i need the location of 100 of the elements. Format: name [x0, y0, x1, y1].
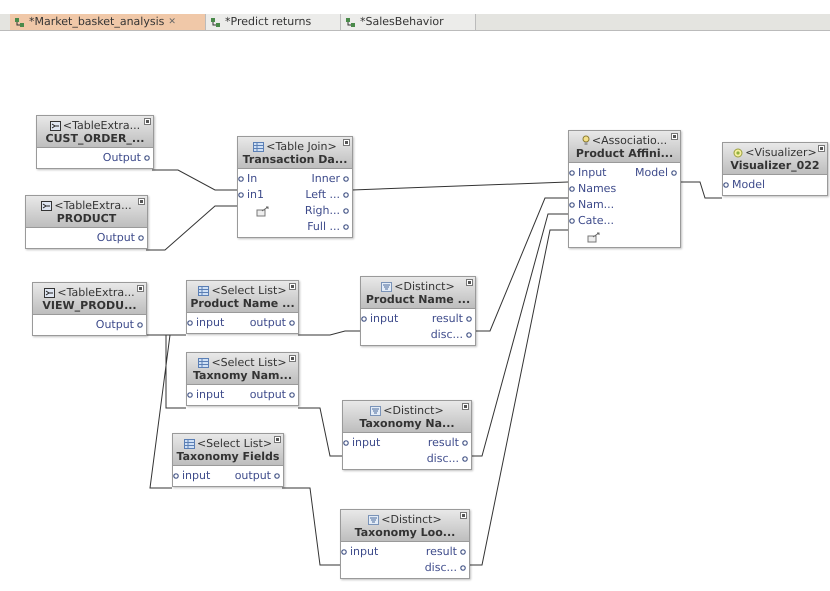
port-icon[interactable] [137, 322, 143, 328]
port-icon[interactable] [460, 549, 466, 555]
node-type: <Select List> [196, 437, 272, 450]
input-port-label: input [196, 314, 224, 331]
output-port-label: output [234, 468, 271, 484]
node-name: Product Name ... [190, 297, 295, 310]
expand-icon[interactable] [144, 118, 151, 125]
port-icon[interactable] [671, 170, 677, 176]
expand-icon[interactable] [138, 198, 145, 205]
node-name: Product Affini... [576, 147, 674, 160]
output-port-label: Output [102, 150, 141, 166]
close-icon[interactable]: ✕ [168, 18, 176, 26]
operator-node[interactable]: <Visualizer> Visualizer_022 Model [722, 142, 828, 196]
port-icon[interactable] [569, 186, 575, 192]
expand-icon[interactable] [462, 403, 469, 410]
expand-icon[interactable] [466, 279, 473, 286]
diagram-icon [210, 16, 221, 28]
diagram-icon [345, 16, 356, 28]
port-icon[interactable] [341, 549, 347, 555]
port-icon[interactable] [462, 440, 468, 446]
port-icon[interactable] [569, 218, 575, 224]
input-port-label: input [352, 434, 380, 451]
port-icon[interactable] [466, 316, 472, 322]
port-icon[interactable] [343, 176, 349, 182]
operator-node[interactable]: <Select List> Taxnomy Nam... input output [186, 352, 299, 406]
port-icon[interactable] [138, 235, 144, 241]
expand-icon[interactable] [460, 512, 467, 519]
port-icon[interactable] [187, 392, 193, 398]
operator-node[interactable]: <Distinct> Taxonomy Loo... input result disc... [340, 509, 470, 579]
tab-label: *Market_basket_analysis [29, 14, 164, 30]
output-port-label: disc... [430, 326, 463, 343]
operator-node[interactable]: <Distinct> Product Name ... input result disc... [360, 276, 476, 346]
node-type: <Select List> [211, 284, 287, 297]
port-icon[interactable] [289, 392, 295, 398]
diagram-icon [14, 16, 25, 28]
expand-icon[interactable] [274, 436, 281, 443]
port-icon[interactable] [462, 456, 468, 462]
port-icon[interactable] [361, 316, 367, 322]
expand-icon[interactable] [818, 145, 825, 152]
expand-icon[interactable] [137, 285, 144, 292]
operator-node[interactable]: <Table Join> Transaction Da... In Inner in1 Left ... Righ... Full ... [237, 136, 353, 238]
port-icon[interactable] [238, 192, 244, 198]
node-name: CUST_ORDER_... [46, 132, 144, 145]
port-icon[interactable] [238, 176, 244, 182]
port-icon[interactable] [173, 473, 179, 479]
port-icon[interactable] [144, 155, 150, 161]
node-name: PRODUCT [56, 212, 116, 225]
node-type: <Visualizer> [745, 146, 817, 159]
connector-line [298, 408, 342, 456]
node-name: Transaction Da... [242, 153, 348, 166]
connector-line [298, 330, 360, 336]
operator-node[interactable]: <TableExtra... PRODUCT Output [25, 195, 148, 249]
port-icon[interactable] [343, 440, 349, 446]
operator-node[interactable]: <Select List> Taxonomy Fields input output [172, 433, 284, 487]
port-icon[interactable] [569, 202, 575, 208]
port-icon[interactable] [343, 208, 349, 214]
tool-icon[interactable] [256, 206, 270, 216]
port-icon[interactable] [274, 473, 280, 479]
input-port-label: Nam... [578, 196, 614, 213]
output-port-label: Inner [312, 170, 340, 187]
expand-icon[interactable] [343, 139, 350, 146]
port-icon[interactable] [289, 320, 295, 326]
node-name: Taxonomy Na... [359, 417, 455, 430]
port-icon[interactable] [723, 182, 729, 188]
output-port-label: result [426, 544, 457, 560]
editor-tab[interactable]: *Predict returns [206, 14, 341, 30]
editor-tab[interactable]: *Market_basket_analysis ✕ [10, 14, 206, 30]
filter-icon [381, 282, 392, 292]
port-icon[interactable] [343, 192, 349, 198]
node-type: <Distinct> [394, 280, 455, 293]
operator-node[interactable]: <Associatio... Product Affini... Input Model Names Nam... Cate... [568, 130, 681, 248]
node-name: Visualizer_022 [730, 159, 820, 172]
expand-icon[interactable] [671, 133, 678, 140]
table-extract-icon [50, 120, 61, 130]
operator-node[interactable]: <TableExtra... VIEW_PRODU... Output [32, 282, 147, 336]
operator-node[interactable]: <Distinct> Taxonomy Na... input result disc... [342, 400, 472, 470]
node-type: <Table Join> [266, 140, 337, 153]
port-icon[interactable] [343, 224, 349, 230]
node-name: Taxnomy Nam... [192, 369, 292, 382]
expand-icon[interactable] [289, 355, 296, 362]
node-type: <TableExtra... [62, 119, 140, 132]
input-port-label: in1 [247, 186, 264, 203]
table-icon [253, 142, 264, 152]
output-port-label: result [432, 310, 463, 327]
editor-tab[interactable]: *SalesBehavior [341, 14, 476, 30]
input-port-label: input [196, 386, 224, 403]
port-icon[interactable] [460, 565, 466, 571]
port-icon[interactable] [569, 170, 575, 176]
output-port-label: Model [634, 164, 668, 181]
port-icon[interactable] [187, 320, 193, 326]
port-icon[interactable] [466, 332, 472, 338]
expand-icon[interactable] [289, 283, 296, 290]
input-port-label: input [370, 310, 398, 327]
output-port-label: disc... [426, 450, 459, 467]
operator-node[interactable]: <Select List> Product Name ... input output [186, 280, 299, 334]
output-port-label: Output [96, 230, 135, 246]
tool-icon[interactable] [587, 232, 601, 242]
output-port-label: Full ... [307, 218, 340, 235]
node-name: Taxonomy Fields [176, 450, 280, 463]
operator-node[interactable]: <TableExtra... CUST_ORDER_... Output [36, 115, 154, 169]
